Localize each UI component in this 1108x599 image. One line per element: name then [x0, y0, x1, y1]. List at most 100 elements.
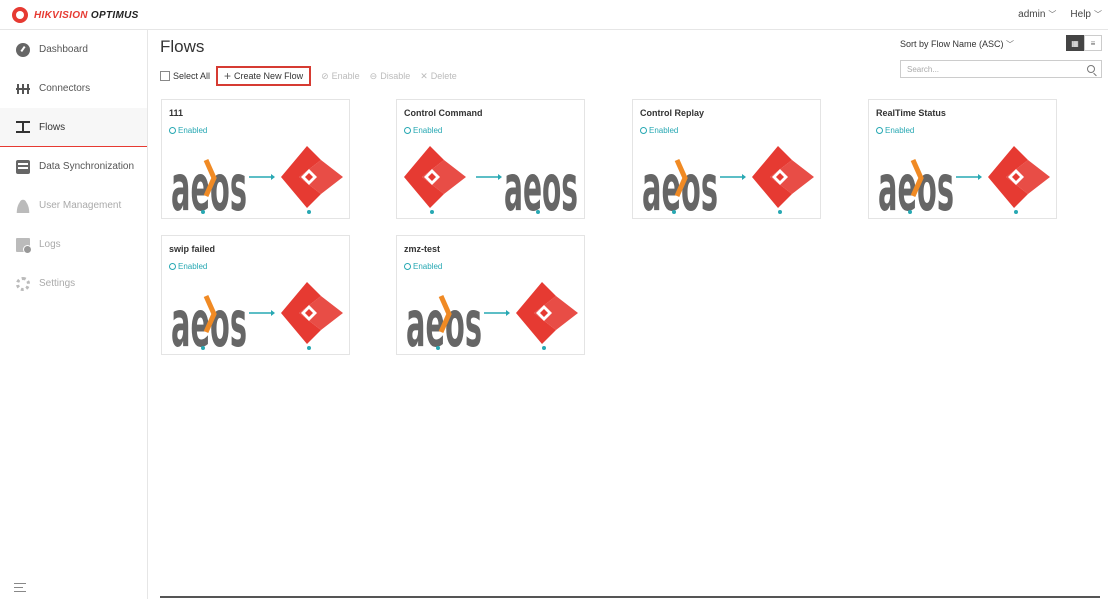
select-all[interactable]: Select All [160, 71, 210, 81]
user-menu[interactable]: admin ﹀ [1018, 9, 1056, 20]
collapse-menu-icon[interactable] [14, 583, 26, 593]
hikvision-target-icon [404, 146, 466, 214]
flow-status: Enabled [640, 126, 678, 135]
arrow-icon [956, 174, 982, 180]
enabled-status-icon [404, 263, 411, 270]
flow-status-label: Enabled [178, 126, 208, 135]
brand[interactable]: HIKVISION OPTIMUS [12, 7, 139, 23]
brand-primary: HIKVISION [34, 9, 88, 21]
sidebar-item-flows[interactable]: Flows [0, 108, 147, 147]
flows-toolbar: Select All + Create New Flow ⊘ Enable ⊖ … [160, 66, 457, 86]
grid-view-icon[interactable]: ▦ [1066, 35, 1084, 51]
sidebar-item-connectors[interactable]: Connectors [0, 69, 147, 108]
arrow-icon [249, 310, 275, 316]
sort-dropdown[interactable]: Sort by Flow Name (ASC) ﹀ [900, 39, 1014, 50]
sidebar-item-label: User Management [39, 200, 122, 211]
arrow-icon [484, 310, 510, 316]
flow-status-label: Enabled [178, 262, 208, 271]
bottom-divider [160, 596, 1100, 598]
flow-card[interactable]: Control Command Enabled aeos [396, 99, 585, 219]
flow-name: 111 [169, 108, 184, 118]
sidebar-item-logs[interactable]: Logs [0, 225, 147, 264]
arrow-icon [720, 174, 746, 180]
flow-card[interactable]: zmz-test Enabled aeos [396, 235, 585, 355]
search-input[interactable]: Search... [900, 60, 1102, 78]
flow-name: swip failed [169, 244, 216, 254]
close-icon: ✕ [420, 70, 428, 81]
sidebar-item-label: Dashboard [39, 44, 88, 55]
enable-button[interactable]: ⊘ Enable [321, 71, 360, 82]
flow-status-label: Enabled [649, 126, 679, 135]
arrow-icon [249, 174, 275, 180]
aeos-logo-icon: aeos [504, 152, 578, 216]
flow-status: Enabled [169, 126, 207, 135]
enabled-status-icon [640, 127, 647, 134]
aeos-logo-icon: aeos [406, 288, 482, 352]
page-title: Flows [160, 37, 205, 56]
aeos-logo-icon: aeos [642, 152, 718, 216]
sidebar: Dashboard Connectors Flows Data Synchron… [0, 30, 148, 599]
aeos-logo-icon: aeos [171, 152, 247, 216]
help-menu[interactable]: Help ﹀ [1070, 9, 1102, 20]
enabled-status-icon [169, 127, 176, 134]
search-icon[interactable] [1087, 65, 1095, 73]
settings-icon [16, 276, 30, 291]
flow-status-label: Enabled [413, 126, 443, 135]
sync-icon [16, 159, 30, 174]
svg-text:aeos: aeos [504, 152, 578, 216]
top-bar: HIKVISION OPTIMUS admin ﹀ Help ﹀ [0, 0, 1108, 30]
arrow-icon [476, 174, 502, 180]
user-icon [16, 198, 30, 213]
flow-card[interactable]: Control Replay Enabled aeos [632, 99, 821, 219]
chevron-down-icon: ﹀ [1048, 10, 1057, 19]
sidebar-item-data-synchronization[interactable]: Data Synchronization [0, 147, 147, 186]
search-placeholder: Search... [907, 64, 940, 74]
select-all-checkbox[interactable] [160, 71, 170, 81]
sidebar-item-label: Logs [39, 239, 61, 250]
flow-status: Enabled [404, 126, 442, 135]
enabled-status-icon [169, 263, 176, 270]
aeos-logo-icon: aeos [878, 152, 954, 216]
disable-button[interactable]: ⊖ Disable [370, 71, 411, 82]
sidebar-item-label: Settings [39, 278, 76, 289]
view-toggle: ▦ ≡ [1066, 35, 1102, 51]
plus-icon: + [224, 68, 232, 83]
flow-diagram: aeos [878, 146, 1050, 216]
hikvision-logo-icon [12, 7, 28, 23]
flow-diagram: aeos [171, 282, 343, 352]
brand-name: HIKVISION OPTIMUS [34, 10, 139, 21]
sidebar-item-label: Connectors [39, 83, 91, 94]
enabled-status-icon [876, 127, 883, 134]
brand-secondary: OPTIMUS [90, 9, 139, 21]
sidebar-item-user-management[interactable]: User Management [0, 186, 147, 225]
flow-status: Enabled [404, 262, 442, 271]
flow-status-label: Enabled [413, 262, 443, 271]
flow-card[interactable]: swip failed Enabled aeos [161, 235, 350, 355]
sidebar-item-dashboard[interactable]: Dashboard [0, 30, 147, 69]
hikvision-target-icon [516, 282, 578, 350]
flow-diagram: aeos [642, 146, 814, 216]
hikvision-target-icon [752, 146, 814, 214]
aeos-logo-icon: aeos [171, 288, 247, 352]
top-right-menu: admin ﹀ Help ﹀ [1018, 9, 1102, 20]
flow-card[interactable]: 111 Enabled aeos [161, 99, 350, 219]
sort-label: Sort by Flow Name (ASC) [900, 39, 1004, 49]
flow-diagram: aeos [406, 282, 578, 352]
help-label: Help [1070, 9, 1091, 20]
create-new-flow-button[interactable]: + Create New Flow [216, 66, 312, 86]
hikvision-target-icon [281, 282, 343, 350]
disable-icon: ⊖ [369, 70, 378, 81]
enable-label: Enable [331, 71, 360, 81]
create-label: Create New Flow [234, 71, 304, 81]
flow-status-label: Enabled [885, 126, 915, 135]
hikvision-target-icon [281, 146, 343, 214]
delete-button[interactable]: ✕ Delete [420, 71, 457, 82]
sidebar-item-settings[interactable]: Settings [0, 264, 147, 303]
disable-label: Disable [380, 71, 411, 81]
chevron-down-icon: ﹀ [1094, 10, 1102, 19]
list-view-icon[interactable]: ≡ [1084, 35, 1102, 51]
flow-card[interactable]: RealTime Status Enabled aeos [868, 99, 1057, 219]
chevron-down-icon: ﹀ [1006, 40, 1015, 49]
user-name: admin [1018, 9, 1046, 20]
hikvision-target-icon [988, 146, 1050, 214]
